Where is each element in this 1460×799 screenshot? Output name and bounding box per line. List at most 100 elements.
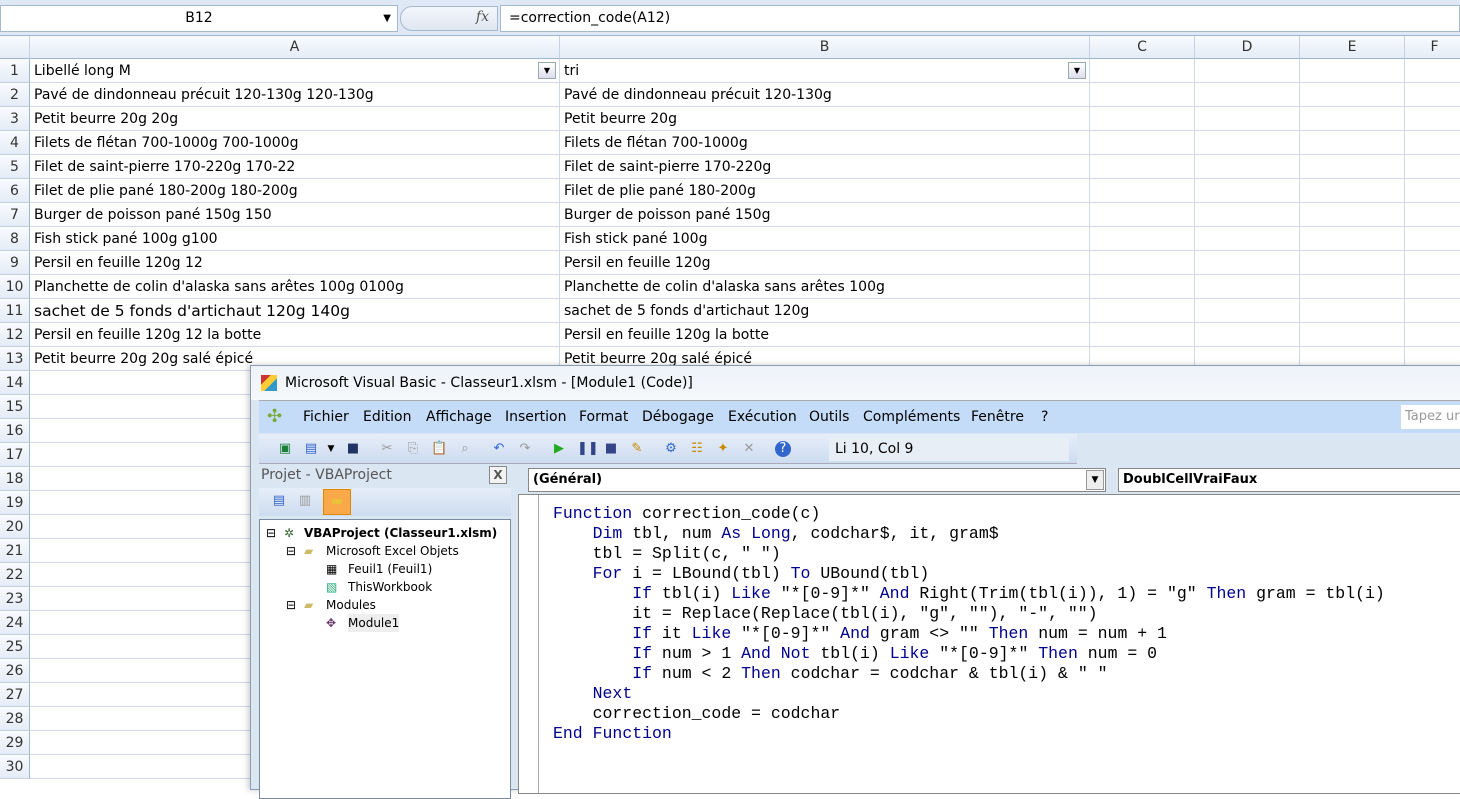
menu-item[interactable]: Débogage bbox=[642, 409, 714, 425]
code-line[interactable]: If num > 1 And Not tbl(i) Like "*[0-9]*"… bbox=[553, 644, 1157, 664]
margin-indicator-bar[interactable] bbox=[519, 495, 539, 793]
tree-item-vbaproject[interactable]: VBAProject (Classeur1.xlsm) bbox=[304, 524, 497, 542]
cell[interactable] bbox=[1195, 251, 1300, 275]
code-line[interactable]: Function correction_code(c) bbox=[553, 504, 820, 524]
cell[interactable] bbox=[1195, 323, 1300, 347]
cell[interactable]: Filet de plie pané 180-200g bbox=[560, 179, 1090, 203]
project-explorer-icon[interactable]: ⚙ bbox=[663, 441, 679, 457]
view-code-icon[interactable]: ▤ bbox=[271, 493, 287, 509]
cell[interactable] bbox=[1090, 59, 1195, 83]
cell[interactable] bbox=[1300, 83, 1405, 107]
cell[interactable] bbox=[1405, 59, 1460, 83]
row-header[interactable]: 4 bbox=[0, 131, 30, 155]
procedure-dropdown[interactable]: DoublCellVraiFaux bbox=[1118, 468, 1460, 492]
cell[interactable] bbox=[1300, 107, 1405, 131]
cell[interactable] bbox=[1405, 203, 1460, 227]
filter-dropdown-icon[interactable]: ▼ bbox=[538, 62, 556, 79]
save-icon[interactable]: ■ bbox=[345, 441, 361, 457]
cell[interactable]: Pavé de dindonneau précuit 120-130g bbox=[560, 83, 1090, 107]
column-header[interactable]: D bbox=[1195, 36, 1300, 59]
cell[interactable]: Persil en feuille 120g 12 la botte bbox=[30, 323, 560, 347]
cell[interactable] bbox=[1405, 275, 1460, 299]
tree-item-feuil1[interactable]: Feuil1 (Feuil1) bbox=[348, 560, 432, 578]
cell[interactable]: Burger de poisson pané 150g 150 bbox=[30, 203, 560, 227]
cell[interactable] bbox=[1405, 155, 1460, 179]
cell[interactable] bbox=[1300, 251, 1405, 275]
row-header[interactable]: 2 bbox=[0, 83, 30, 107]
cell[interactable]: Filets de flétan 700-1000g 700-1000g bbox=[30, 131, 560, 155]
cell[interactable] bbox=[1195, 203, 1300, 227]
cell[interactable] bbox=[1300, 155, 1405, 179]
cell[interactable] bbox=[1405, 83, 1460, 107]
menu-item[interactable]: ? bbox=[1041, 409, 1048, 425]
cell[interactable]: sachet de 5 fonds d'artichaut 120g bbox=[560, 299, 1090, 323]
cell[interactable] bbox=[1090, 299, 1195, 323]
view-object-icon[interactable]: ▥ bbox=[297, 493, 313, 509]
cell[interactable] bbox=[1090, 203, 1195, 227]
chevron-down-icon[interactable]: ▼ bbox=[1086, 470, 1104, 490]
cell[interactable]: Petit beurre 20g 20g bbox=[30, 107, 560, 131]
cell[interactable] bbox=[1195, 179, 1300, 203]
cell[interactable]: Persil en feuille 120g bbox=[560, 251, 1090, 275]
code-line[interactable]: If tbl(i) Like "*[0-9]*" And Right(Trim(… bbox=[553, 584, 1385, 604]
code-line[interactable]: If it Like "*[0-9]*" And gram <> "" Then… bbox=[553, 624, 1167, 644]
row-header[interactable]: 3 bbox=[0, 107, 30, 131]
row-header[interactable]: 26 bbox=[0, 659, 30, 683]
tree-item-thisworkbook[interactable]: ThisWorkbook bbox=[348, 578, 432, 596]
code-line[interactable]: it = Replace(Replace(tbl(i), "g", ""), "… bbox=[553, 604, 1097, 624]
cut-icon[interactable]: ✂ bbox=[379, 441, 395, 457]
cell[interactable] bbox=[1405, 131, 1460, 155]
paste-icon[interactable]: 📋 bbox=[431, 441, 447, 457]
code-line[interactable]: Dim tbl, num As Long, codchar$, it, gram… bbox=[553, 524, 999, 544]
chevron-down-icon[interactable]: ▼ bbox=[383, 6, 391, 31]
menu-item[interactable]: Edition bbox=[363, 409, 411, 425]
row-header[interactable]: 20 bbox=[0, 515, 30, 539]
cell[interactable] bbox=[1195, 227, 1300, 251]
row-header[interactable]: 22 bbox=[0, 563, 30, 587]
row-header[interactable]: 12 bbox=[0, 323, 30, 347]
cell[interactable]: Fish stick pané 100g bbox=[560, 227, 1090, 251]
cell[interactable] bbox=[1300, 323, 1405, 347]
menu-item[interactable]: Insertion bbox=[505, 409, 566, 425]
row-header[interactable]: 27 bbox=[0, 683, 30, 707]
cell[interactable] bbox=[1300, 59, 1405, 83]
code-line[interactable]: If num < 2 Then codchar = codchar & tbl(… bbox=[553, 664, 1107, 684]
cell[interactable] bbox=[1195, 59, 1300, 83]
row-header[interactable]: 15 bbox=[0, 395, 30, 419]
cell[interactable] bbox=[1300, 227, 1405, 251]
menu-item[interactable]: Outils bbox=[809, 409, 849, 425]
column-header[interactable]: E bbox=[1300, 36, 1405, 59]
cell[interactable]: Filet de plie pané 180-200g 180-200g bbox=[30, 179, 560, 203]
design-mode-icon[interactable]: ✎ bbox=[629, 441, 645, 457]
row-header[interactable]: 8 bbox=[0, 227, 30, 251]
cell[interactable] bbox=[1090, 131, 1195, 155]
collapse-icon[interactable]: ⊟ bbox=[286, 542, 296, 560]
collapse-icon[interactable]: ⊟ bbox=[266, 524, 276, 542]
help-icon[interactable]: ? bbox=[775, 441, 791, 457]
cell[interactable] bbox=[1195, 107, 1300, 131]
code-line[interactable]: tbl = Split(c, " ") bbox=[553, 544, 781, 564]
cell[interactable]: Planchette de colin d'alaska sans arêtes… bbox=[30, 275, 560, 299]
cell[interactable] bbox=[1090, 83, 1195, 107]
filter-dropdown-icon[interactable]: ▼ bbox=[1068, 62, 1086, 79]
column-header[interactable]: A bbox=[30, 36, 560, 59]
insert-userform-icon[interactable]: ▤ bbox=[303, 441, 319, 457]
row-header[interactable]: 21 bbox=[0, 539, 30, 563]
cell[interactable]: Filet de saint-pierre 170-220g 170-22 bbox=[30, 155, 560, 179]
pause-icon[interactable]: ❚❚ bbox=[577, 441, 599, 457]
column-header[interactable]: F bbox=[1405, 36, 1460, 59]
column-header[interactable]: B bbox=[560, 36, 1090, 59]
excel-icon[interactable]: ▣ bbox=[277, 441, 293, 457]
row-header[interactable]: 9 bbox=[0, 251, 30, 275]
row-header[interactable]: 30 bbox=[0, 755, 30, 779]
menu-item[interactable]: Affichage bbox=[426, 409, 492, 425]
menu-item[interactable]: Fichier bbox=[303, 409, 349, 425]
row-header[interactable]: 18 bbox=[0, 467, 30, 491]
find-icon[interactable]: ⌕ bbox=[457, 441, 473, 457]
row-header[interactable]: 14 bbox=[0, 371, 30, 395]
toolbox-icon[interactable]: ✕ bbox=[741, 441, 757, 457]
cell[interactable] bbox=[1090, 275, 1195, 299]
cell[interactable]: Persil en feuille 120g 12 bbox=[30, 251, 560, 275]
cell[interactable] bbox=[1090, 227, 1195, 251]
close-icon[interactable]: X bbox=[489, 466, 507, 484]
